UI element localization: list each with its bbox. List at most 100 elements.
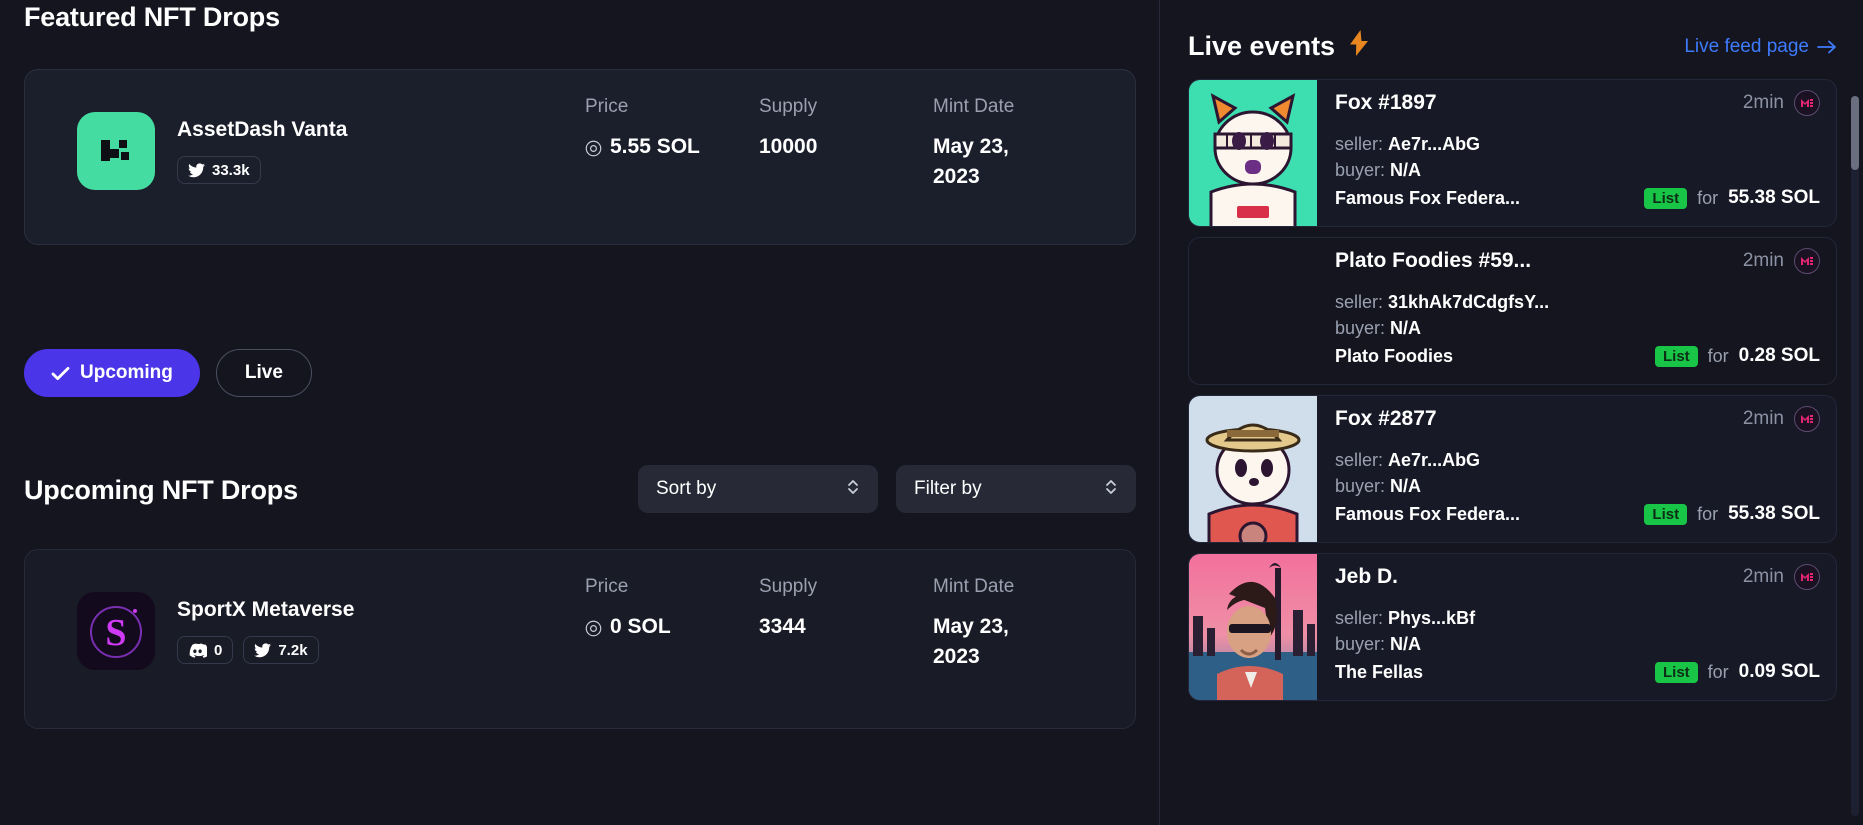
list-item[interactable]: Fox #2877 2min seller: Ae7r...AbG buyer:… <box>1188 395 1837 543</box>
upcoming-title: Upcoming NFT Drops <box>24 474 298 505</box>
jeb-d-avatar <box>1189 554 1317 700</box>
buyer-label: buyer: <box>1335 159 1386 180</box>
sale-amount: 55.38 SOL <box>1728 187 1820 209</box>
checkered-flag-icon <box>77 112 155 190</box>
event-details: Plato Foodies #59... 2min seller: 31khAk… <box>1317 238 1836 384</box>
sale-amount: 55.38 SOL <box>1728 503 1820 525</box>
twitter-followers-badge[interactable]: 33.3k <box>177 156 261 184</box>
seller-value: Ae7r...AbG <box>1388 450 1481 470</box>
social-badges: 0 7.2k <box>177 636 354 664</box>
filter-by-select[interactable]: Filter by <box>896 465 1136 513</box>
event-timestamp: 2min <box>1742 92 1784 113</box>
twitter-icon <box>188 162 205 177</box>
buyer-line: buyer: N/A <box>1335 158 1820 184</box>
twitter-followers-count: 33.3k <box>212 161 250 179</box>
live-events-panel: Live events Live feed page Fox #1897 2mi… <box>1160 0 1863 825</box>
scrollbar-thumb[interactable] <box>1851 96 1859 170</box>
list-item[interactable]: Fox #1897 2min seller: Ae7r...AbG buyer:… <box>1188 79 1837 227</box>
status-badge: List <box>1654 345 1698 367</box>
live-events-title: Live events <box>1188 31 1336 61</box>
lightning-bolt-icon <box>1349 30 1369 63</box>
event-timestamp: 2min <box>1742 566 1784 587</box>
toggle-upcoming[interactable]: Upcoming <box>24 349 200 397</box>
status-badge: List <box>1644 187 1688 209</box>
seller-value: Phys...kBf <box>1388 608 1476 628</box>
discord-icon <box>189 643 207 658</box>
drop-status-toggle-group: Upcoming Live <box>24 349 1160 397</box>
buyer-label: buyer: <box>1335 633 1386 654</box>
status-badge: List <box>1644 503 1688 525</box>
featured-card-stats: Price 5.55 SOL Supply 10000 Mint Date Ma… <box>585 70 1135 193</box>
project-name: SportX Metaverse <box>177 598 355 621</box>
project-name: AssetDash Vanta <box>177 118 348 141</box>
upcoming-drop-card[interactable]: S SportX Metaverse 0 7.2k Price 0 SOL Su… <box>24 549 1136 729</box>
solana-icon <box>585 620 602 637</box>
stat-price: Price 5.55 SOL <box>585 96 759 193</box>
event-details: Fox #1897 2min seller: Ae7r...AbG buyer:… <box>1317 80 1836 226</box>
upcoming-section-header: Upcoming NFT Drops Sort by Filter by <box>24 465 1160 513</box>
social-badges: 33.3k <box>177 156 347 184</box>
seller-label: seller: <box>1335 134 1384 154</box>
stat-supply: Supply 10000 <box>759 96 933 193</box>
stat-supply: Supply 3344 <box>759 576 933 673</box>
chevron-updown-icon <box>846 477 860 502</box>
stat-label: Mint Date <box>933 96 1015 117</box>
buyer-label: buyer: <box>1335 317 1386 338</box>
event-details: Jeb D. 2min seller: Phys...kBf buyer: N/… <box>1317 554 1836 700</box>
sale-amount: 0.28 SOL <box>1738 345 1820 367</box>
filter-by-label: Filter by <box>914 478 982 499</box>
chevron-updown-icon <box>1104 477 1118 502</box>
sort-by-select[interactable]: Sort by <box>638 465 878 513</box>
seller-value: Ae7r...AbG <box>1388 134 1481 154</box>
status-badge: List <box>1654 661 1698 683</box>
seller-label: seller: <box>1335 450 1384 470</box>
sale-info: List for 55.38 SOL <box>1644 187 1820 209</box>
collection-name[interactable]: Famous Fox Federa... <box>1335 504 1520 525</box>
buyer-value: N/A <box>1390 475 1422 496</box>
seller-line: seller: Ae7r...AbG <box>1335 132 1820 158</box>
stat-mint-date: Mint Date May 23, 2023 <box>933 576 1093 673</box>
for-label: for <box>1697 503 1719 524</box>
stat-value: 5.55 SOL <box>610 135 700 158</box>
event-title: Jeb D. <box>1335 565 1399 588</box>
seller-label: seller: <box>1335 608 1384 628</box>
for-label: for <box>1707 345 1729 366</box>
live-feed-page-link[interactable]: Live feed page <box>1684 36 1837 58</box>
filters-group: Sort by Filter by <box>638 465 1136 513</box>
event-title: Fox #2877 <box>1335 407 1437 430</box>
stat-mint-date: Mint Date May 23, 2023 <box>933 96 1093 193</box>
event-thumbnail-placeholder <box>1189 238 1317 384</box>
sportx-s-icon: S <box>77 592 155 670</box>
collection-name[interactable]: Famous Fox Federa... <box>1335 188 1520 209</box>
stat-value: 0 SOL <box>610 615 671 638</box>
fox-2877-avatar <box>1189 396 1317 542</box>
discord-members-badge[interactable]: 0 <box>177 636 234 664</box>
stat-value: 10000 <box>759 135 818 158</box>
featured-drop-card[interactable]: AssetDash Vanta 33.3k Price 5.55 SOL Sup… <box>24 69 1136 245</box>
upcoming-card-identity: S SportX Metaverse 0 7.2k <box>25 550 585 670</box>
stat-label: Supply <box>759 576 818 597</box>
list-item[interactable]: Plato Foodies #59... 2min seller: 31khAk… <box>1188 237 1837 385</box>
twitter-followers-count: 7.2k <box>278 641 308 659</box>
twitter-icon <box>254 642 272 657</box>
stat-value: 3344 <box>759 615 806 638</box>
solana-icon <box>585 140 602 157</box>
stat-label: Price <box>585 576 629 597</box>
collection-name[interactable]: The Fellas <box>1335 662 1423 683</box>
sale-amount: 0.09 SOL <box>1738 661 1820 683</box>
left-column: Featured NFT Drops AssetDash Vanta 33.3k… <box>0 0 1160 825</box>
sale-info: List for 0.09 SOL <box>1654 661 1820 683</box>
stat-price: Price 0 SOL <box>585 576 759 673</box>
collection-name[interactable]: Plato Foodies <box>1335 346 1453 367</box>
scrollbar-track[interactable] <box>1851 96 1859 816</box>
fox-1897-avatar <box>1189 80 1317 226</box>
list-item[interactable]: Jeb D. 2min seller: Phys...kBf buyer: N/… <box>1188 553 1837 701</box>
for-label: for <box>1697 187 1719 208</box>
nft-drops-page: Featured NFT Drops AssetDash Vanta 33.3k… <box>0 0 1863 825</box>
toggle-live[interactable]: Live <box>215 349 312 397</box>
discord-members-count: 0 <box>214 641 223 659</box>
twitter-followers-badge[interactable]: 7.2k <box>243 636 319 664</box>
featured-card-identity: AssetDash Vanta 33.3k <box>25 70 585 190</box>
live-events-list[interactable]: Fox #1897 2min seller: Ae7r...AbG buyer:… <box>1188 79 1837 701</box>
stat-label: Supply <box>759 96 818 117</box>
